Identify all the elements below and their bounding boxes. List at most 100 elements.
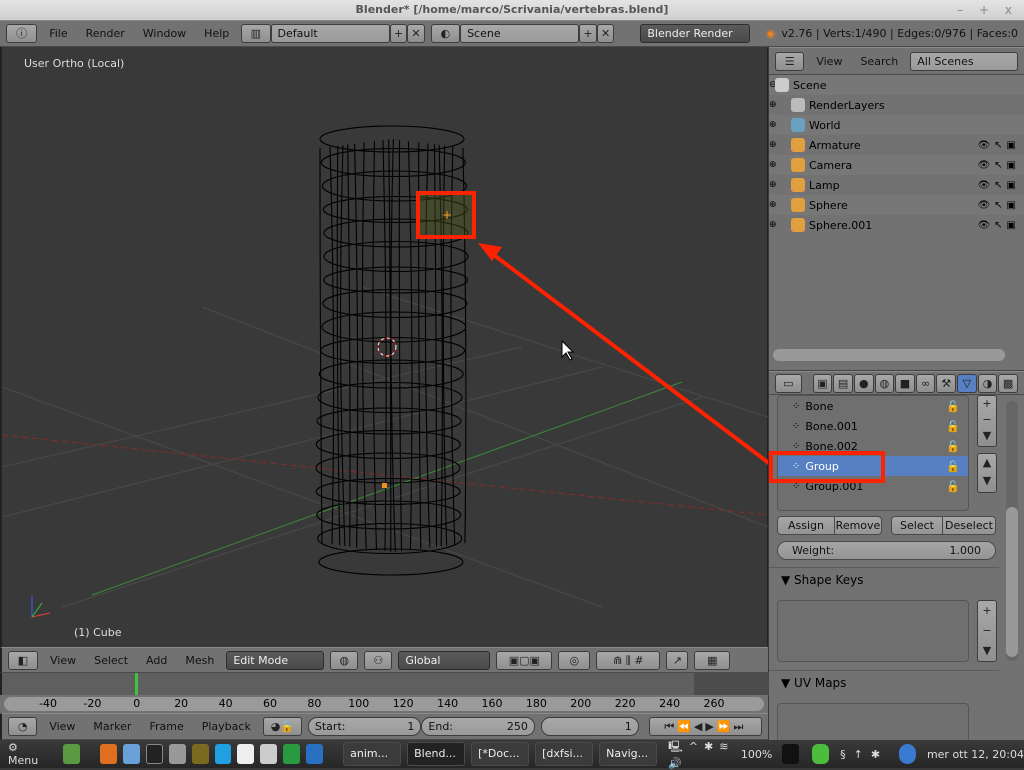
shape-keys-panel-header[interactable]: ▼ Shape Keys xyxy=(781,573,863,587)
current-frame-field[interactable]: 1 xyxy=(540,717,639,736)
visibility-toggles[interactable]: 👁↖▣ xyxy=(977,180,1020,191)
outliner-scrollbar[interactable] xyxy=(773,349,1005,361)
properties-editor[interactable]: ▭ ▣ ▤ ● ◍ ■ ∞ ⚒ ▽ ◑ ▩ ⁘ Bone 🔓 ⁘ Bone.001 🔓 ⁘ Bone.002 🔓 ⁘… xyxy=(769,370,1024,743)
lock-icon[interactable]: 🔓 xyxy=(946,480,960,493)
end-frame-field[interactable]: End: 250 xyxy=(421,717,535,736)
properties-editor-type-button[interactable]: ▭ xyxy=(775,373,802,393)
menu-select[interactable]: Select xyxy=(88,654,134,667)
menu-window[interactable]: Window xyxy=(137,27,192,40)
taskbar-window-button[interactable]: Blend... xyxy=(407,742,466,766)
skype-launcher-icon[interactable] xyxy=(214,744,232,764)
editor-type-button[interactable]: ◧ xyxy=(8,650,38,670)
taskbar-window-button[interactable]: [*Doc... xyxy=(471,742,530,766)
timeline-menu-playback[interactable]: Playback xyxy=(196,720,257,733)
add-scene-button[interactable]: + xyxy=(579,24,597,43)
add-layout-button[interactable]: + xyxy=(389,24,408,43)
outliner[interactable]: ☰ View Search All Scenes ⊖ Scene ⊕ RenderLa… xyxy=(769,47,1024,370)
tab-render[interactable]: ▣ xyxy=(812,373,833,393)
menu-add[interactable]: Add xyxy=(140,654,173,667)
show-desktop-icon[interactable] xyxy=(62,744,80,764)
frame-ruler[interactable]: -40 -20 0 20 40 60 80 100 120 140 160 180 200 220 240 2… xyxy=(0,695,768,713)
vertex-group-move[interactable]: ▲ ▼ xyxy=(977,453,997,493)
calc-launcher-icon[interactable] xyxy=(283,744,301,764)
outliner-item[interactable]: ⊕ World xyxy=(769,115,1024,135)
remove-layout-button[interactable]: ✕ xyxy=(407,24,425,43)
pivot-selector[interactable]: ⚇ xyxy=(364,650,393,670)
chromium-launcher-icon[interactable] xyxy=(122,744,140,764)
scene-selector[interactable]: Scene xyxy=(460,24,580,43)
weight-slider[interactable]: Weight: 1.000 xyxy=(777,541,996,560)
tray-app-icon[interactable] xyxy=(782,744,800,764)
menu-view[interactable]: View xyxy=(44,654,82,667)
current-frame-marker[interactable] xyxy=(135,673,138,695)
scene-icon[interactable]: ◐ xyxy=(430,24,461,43)
visibility-toggles[interactable]: 👁↖▣ xyxy=(977,160,1020,171)
outliner-item[interactable]: ⊕ Camera 👁↖▣ xyxy=(769,155,1024,175)
layout-icon[interactable]: ▥ xyxy=(241,24,271,43)
layout-selector[interactable]: Default xyxy=(270,24,390,43)
timeline-menu-view[interactable]: View xyxy=(43,720,81,733)
text-editor-launcher-icon[interactable] xyxy=(237,744,255,764)
lock-icon[interactable]: 🔓 xyxy=(946,420,960,433)
visibility-toggles[interactable]: 👁↖▣ xyxy=(977,220,1020,231)
tab-texture[interactable]: ▩ xyxy=(998,373,1018,393)
orientation-selector[interactable]: Global xyxy=(398,650,491,670)
playback-controls[interactable]: ⏮⏪◀▶⏩⏭ xyxy=(648,717,762,736)
calculator-launcher-icon[interactable] xyxy=(260,744,278,764)
menu-render[interactable]: Render xyxy=(80,27,131,40)
taskbar-window-button[interactable]: [dxfsi... xyxy=(535,742,594,766)
lock-icon[interactable]: 🔓 xyxy=(946,440,960,453)
clock[interactable]: mer ott 12, 20:04 xyxy=(927,748,1024,761)
shape-key-add-remove[interactable]: + − ▼ xyxy=(977,600,997,662)
uv-maps-panel-header[interactable]: ▼ UV Maps xyxy=(781,676,846,690)
taskbar-window-button[interactable]: anim... xyxy=(343,742,402,766)
assign-button[interactable]: Assign xyxy=(777,516,835,535)
3d-viewport[interactable]: + User Ortho (Local) (1) Cube xyxy=(0,47,768,647)
tab-material[interactable]: ◑ xyxy=(977,373,998,393)
outliner-editor-type-button[interactable]: ☰ xyxy=(775,51,805,71)
system-tray-icons[interactable]: 🖳^✱≋🔊 xyxy=(668,738,741,770)
shape-keys-list[interactable] xyxy=(777,600,969,662)
info-shield-icon[interactable] xyxy=(899,744,916,764)
select-button[interactable]: Select xyxy=(891,516,943,535)
writer-launcher-icon[interactable] xyxy=(306,744,324,764)
timeline-menu-marker[interactable]: Marker xyxy=(87,720,137,733)
render-animation-button[interactable]: ▦ xyxy=(694,650,731,670)
keying-lock-buttons[interactable]: ◕🔒 xyxy=(262,717,302,736)
tab-render-layers[interactable]: ▤ xyxy=(833,373,853,393)
files-launcher-icon[interactable] xyxy=(168,744,186,764)
tab-modifiers[interactable]: ⚒ xyxy=(936,373,957,393)
timeline-area[interactable] xyxy=(0,673,770,695)
menu-help[interactable]: Help xyxy=(198,27,235,40)
snap-buttons[interactable]: ⋒ ⫼ # xyxy=(596,650,661,670)
shading-selector[interactable]: ◍ xyxy=(330,650,359,670)
tray-misc-icons[interactable]: §↑✱ xyxy=(840,748,888,761)
outliner-item[interactable]: ⊕ Armature 👁↖▣ xyxy=(769,135,1024,155)
vertex-group-item[interactable]: ⁘ Bone 🔓 xyxy=(778,396,968,416)
lock-icon[interactable]: 🔓 xyxy=(946,460,960,473)
timeline[interactable]: -40 -20 0 20 40 60 80 100 120 140 160 180 200 220 240 2… xyxy=(0,673,770,740)
start-menu[interactable]: ⚙ Menu xyxy=(0,741,53,767)
properties-scrollbar[interactable] xyxy=(1006,401,1018,661)
remove-button[interactable]: Remove xyxy=(834,516,882,535)
menu-mesh[interactable]: Mesh xyxy=(179,654,220,667)
proportional-edit-button[interactable]: ◎ xyxy=(558,650,591,670)
uv-maps-list[interactable] xyxy=(777,703,969,743)
timeline-menu-frame[interactable]: Frame xyxy=(143,720,189,733)
outliner-item[interactable]: ⊕ Lamp 👁↖▣ xyxy=(769,175,1024,195)
firefox-launcher-icon[interactable] xyxy=(99,744,117,764)
select-mode-buttons[interactable]: ▣▢▣ xyxy=(496,650,553,670)
tab-constraints[interactable]: ∞ xyxy=(915,373,936,393)
tab-data[interactable]: ▽ xyxy=(957,373,977,393)
timeline-editor-type-button[interactable]: ◔ xyxy=(8,717,38,736)
outliner-item[interactable]: ⊕ Sphere.001 👁↖▣ xyxy=(769,215,1024,235)
vertex-group-item[interactable]: ⁘ Bone.001 🔓 xyxy=(778,416,968,436)
opengl-render-button[interactable]: ↗ xyxy=(666,650,689,670)
outliner-item[interactable]: ⊕ RenderLayers xyxy=(769,95,1024,115)
outliner-item[interactable]: ⊕ Sphere 👁↖▣ xyxy=(769,195,1024,215)
terminal-launcher-icon[interactable] xyxy=(145,744,163,764)
deselect-button[interactable]: Deselect xyxy=(942,516,996,535)
outliner-menu-view[interactable]: View xyxy=(810,55,848,68)
visibility-toggles[interactable]: 👁↖▣ xyxy=(977,140,1020,151)
outliner-item[interactable]: ⊖ Scene xyxy=(769,75,1024,95)
